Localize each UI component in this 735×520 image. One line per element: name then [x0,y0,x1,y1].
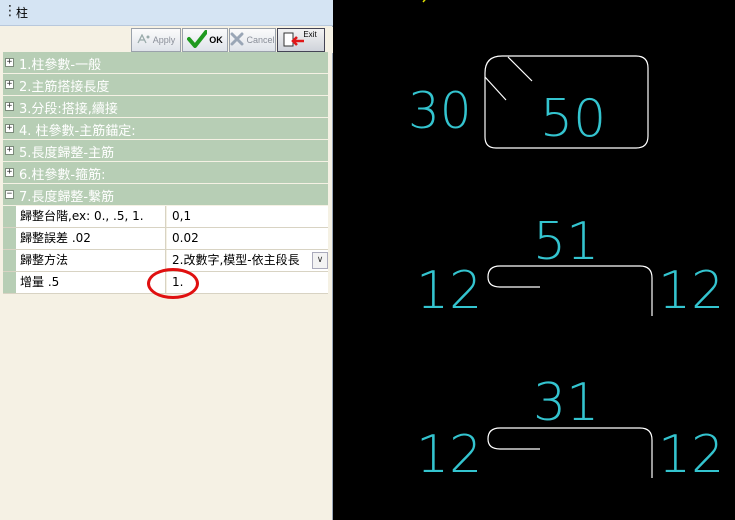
chevron-down-icon[interactable]: ∨ [312,252,328,269]
group-label: 4. 柱參數-主筋錨定: [19,124,136,139]
property-name: 歸整誤差 .02 [16,228,166,249]
property-value-field[interactable]: 0,1 [167,206,328,227]
drag-grip-icon[interactable]: ⋮ [3,3,17,19]
hook-left-label: 30 [408,82,472,140]
tie-shape-upper[interactable]: 51 12 12 [416,212,724,321]
hook-inner-label: 50 [540,89,606,149]
ok-button[interactable]: OK [182,28,228,52]
row-gutter [3,250,16,271]
cancel-button[interactable]: Cancel [229,28,276,52]
row-gutter [3,228,16,249]
group-row[interactable]: +3.分段:搭接,續接 [3,96,328,118]
tie-upper-left-label: 12 [416,261,482,321]
exit-button[interactable]: Exit [277,28,325,52]
tie-shape-lower[interactable]: 31 12 12 [416,373,724,485]
apply-label: Apply [152,35,176,45]
panel-titlebar[interactable]: ⋮ 柱 [0,0,333,26]
property-name: 歸整台階,ex: 0., .5, 1. [16,206,166,227]
group-label: 6.柱參數-箍筋: [19,168,106,183]
property-panel: ⋮ 柱 Apply OK Cancel Exit + 1.柱參數-一般 + 2.… [0,0,333,520]
expand-plus-icon[interactable]: + [5,58,14,67]
tie-lower-right-label: 12 [658,425,724,485]
group-label: 1.柱參數-一般 [19,58,102,73]
group-row[interactable]: +2.主筋搭接長度 [3,74,328,96]
cad-drawing-canvas[interactable]: 30 50 51 12 12 31 12 12 [334,0,735,520]
group-row[interactable]: +1.柱參數-一般 [3,52,328,74]
cancel-label: Cancel [246,35,275,45]
expand-plus-icon[interactable]: + [5,146,14,155]
group-label: 3.分段:搭接,續接 [19,102,118,117]
property-value-field[interactable]: 0.02 [167,228,328,249]
group-label: 5.長度歸整-主筋 [19,146,115,161]
expand-plus-icon[interactable]: + [5,80,14,89]
tie-upper-right-label: 12 [658,261,724,321]
exit-door-icon [281,30,305,50]
property-name: 增量 .5 [16,272,166,293]
highlight-circle-annotation [147,268,199,299]
tie-upper-top-label: 51 [533,212,599,272]
tie-lower-left-label: 12 [416,425,482,485]
checkmark-icon [187,30,209,50]
tie-lower-top-label: 31 [533,373,599,433]
dropdown-value: 2.改數字,模型-依主段長 [172,253,300,267]
exit-label: Exit [303,29,317,39]
apply-button[interactable]: Apply [131,28,181,52]
property-row: 歸整台階,ex: 0., .5, 1. 0,1 [3,206,328,228]
property-value-dropdown[interactable]: 2.改數字,模型-依主段長 ∨ [167,250,328,271]
group-row[interactable]: +5.長度歸整-主筋 [3,140,328,162]
row-gutter [3,206,16,227]
expand-plus-icon[interactable]: + [5,102,14,111]
property-row: 歸整誤差 .02 0.02 [3,228,328,250]
ok-label: OK [209,35,223,45]
collapse-minus-icon[interactable]: − [5,190,14,199]
property-name: 歸整方法 [16,250,166,271]
group-label: 2.主筋搭接長度 [19,80,110,95]
expand-plus-icon[interactable]: + [5,124,14,133]
row-gutter [3,272,16,293]
group-row-expanded[interactable]: −7.長度歸整-繫筋 [3,184,328,206]
toolbar: Apply OK Cancel Exit [0,27,333,53]
accent-line [422,0,426,3]
group-row[interactable]: +6.柱參數-箍筋: [3,162,328,184]
group-label: 7.長度歸整-繫筋 [19,190,115,205]
property-groups: +1.柱參數-一般 +2.主筋搭接長度 +3.分段:搭接,續接 +4. 柱參數-… [3,52,328,206]
group-row[interactable]: +4. 柱參數-主筋錨定: [3,118,328,140]
cross-icon [230,32,244,48]
hook-shape[interactable]: 30 50 [408,55,649,149]
apply-icon [137,33,151,46]
cad-drawing: 30 50 51 12 12 31 12 12 [408,0,724,485]
expand-plus-icon[interactable]: + [5,168,14,177]
panel-title: 柱 [16,6,29,20]
